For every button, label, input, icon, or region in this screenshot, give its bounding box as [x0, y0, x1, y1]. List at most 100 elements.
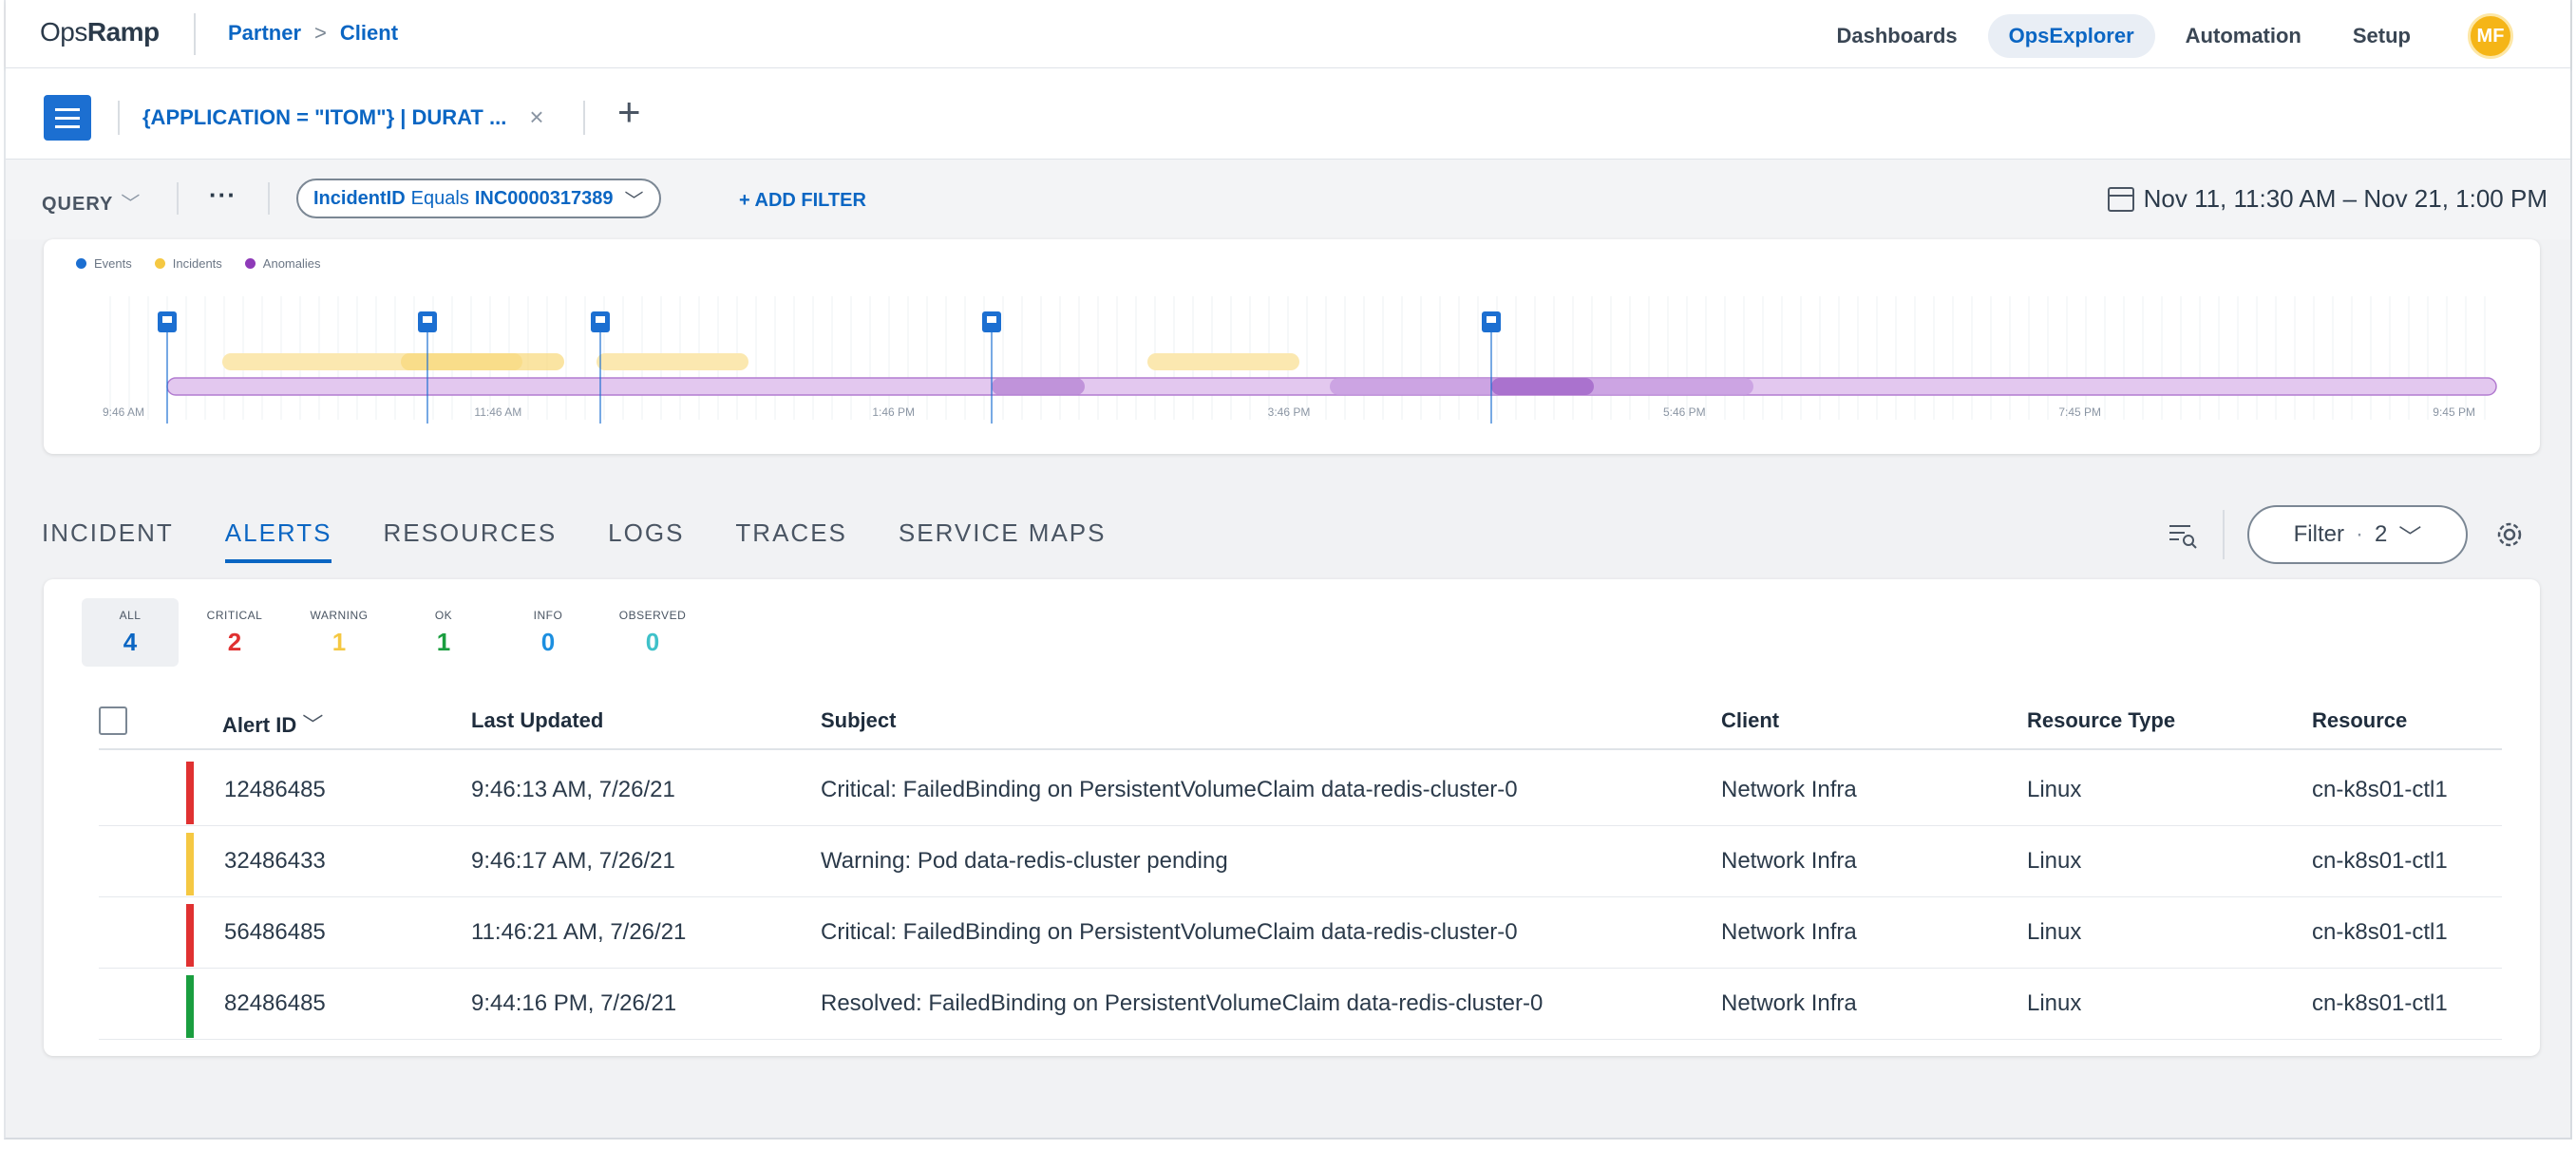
column-header-alert-id[interactable]: Alert ID ﹀: [222, 708, 323, 739]
tab-logs[interactable]: LOGS: [608, 518, 684, 563]
cell-client: Network Infra: [1721, 919, 1857, 945]
cell-resource-type: Linux: [2027, 777, 2082, 802]
count-filter-info[interactable]: INFO 0: [500, 598, 597, 667]
count-value: 0: [645, 627, 660, 656]
timeline-tick-labels: 9:46 AM 11:46 AM 1:46 PM 3:46 PM 5:46 PM 7:45…: [103, 405, 2475, 419]
cell-client: Network Infra: [1721, 848, 1857, 874]
hamburger-menu-button[interactable]: [44, 95, 91, 141]
count-filter-all[interactable]: ALL 4: [82, 598, 179, 667]
nav-opsexplorer[interactable]: OpsExplorer: [1987, 14, 2155, 58]
toolbar-icons: Filter · 2 ﹀: [2166, 505, 2529, 564]
filter-chip[interactable]: IncidentID Equals INC0000317389 ﹀: [296, 179, 661, 218]
legend-item[interactable]: Incidents: [154, 256, 222, 271]
filter-count: 2: [2374, 521, 2388, 547]
cell-resource-type: Linux: [2027, 848, 2082, 874]
timeline-legend: Events Incidents Anomalies: [76, 256, 321, 271]
timeline-chart[interactable]: 9:46 AM 11:46 AM 1:46 PM 3:46 PM 5:46 PM 7:45…: [44, 239, 2540, 454]
breadcrumb-partner[interactable]: Partner: [228, 21, 301, 46]
cell-alert-id: 32486433: [224, 848, 326, 874]
query-dropdown[interactable]: QUERY ﹀: [42, 188, 141, 216]
query-tab-bar: {APPLICATION = "ITOM"} | DURAT ... × +: [6, 68, 2570, 160]
count-value: 4: [123, 627, 138, 656]
severity-indicator: [186, 975, 194, 1038]
select-all-checkbox[interactable]: [99, 706, 127, 735]
nav-dashboards[interactable]: Dashboards: [1815, 14, 1978, 58]
divider: [268, 182, 270, 215]
opsramp-logo[interactable]: OpsRamp: [40, 17, 160, 47]
column-header-last-updated[interactable]: Last Updated: [471, 708, 603, 733]
breadcrumb-client[interactable]: Client: [340, 21, 398, 46]
app-frame: OpsRamp Partner > Client Dashboards OpsE…: [4, 0, 2572, 1140]
incident-bar: [597, 353, 748, 370]
bullet-separator: ·: [2355, 521, 2363, 547]
cell-subject: Critical: FailedBinding on PersistentVol…: [821, 919, 1518, 945]
cell-client: Network Infra: [1721, 990, 1857, 1016]
query-label: QUERY: [42, 194, 114, 215]
count-filter-critical[interactable]: CRITICAL 2: [186, 598, 283, 667]
cell-subject: Critical: FailedBinding on PersistentVol…: [821, 777, 1518, 802]
cell-last-updated: 9:44:16 PM, 7/26/21: [471, 990, 677, 1016]
legend-dot-icon: [76, 258, 86, 269]
table-row[interactable]: 12486485 9:46:13 AM, 7/26/21 Critical: Fai…: [99, 756, 2502, 826]
divider: [2223, 510, 2225, 559]
tab-service-maps[interactable]: SERVICE MAPS: [899, 518, 1107, 563]
user-avatar[interactable]: MF: [2468, 13, 2513, 59]
add-filter-button[interactable]: + ADD FILTER: [739, 190, 866, 212]
divider: [177, 182, 179, 215]
date-range-picker[interactable]: Nov 11, 11:30 AM – Nov 21, 1:00 PM: [2107, 184, 2548, 214]
table-row[interactable]: 32486433 9:46:17 AM, 7/26/21 Warning: Pod …: [99, 827, 2502, 897]
tab-traces[interactable]: TRACES: [735, 518, 846, 563]
query-tab[interactable]: {APPLICATION = "ITOM"} | DURAT ... ×: [142, 103, 544, 132]
legend-label: Anomalies: [262, 256, 321, 271]
timeline-svg: 9:46 AM 11:46 AM 1:46 PM 3:46 PM 5:46 PM 7:45…: [103, 296, 2497, 424]
tick-label: 5:46 PM: [1663, 405, 1706, 419]
filter-value: INC0000317389: [474, 187, 614, 209]
tab-resources[interactable]: RESOURCES: [383, 518, 557, 563]
date-range-text: Nov 11, 11:30 AM – Nov 21, 1:00 PM: [2143, 184, 2548, 213]
cell-client: Network Infra: [1721, 777, 1857, 802]
chevron-down-icon: ﹀: [624, 190, 644, 212]
incident-bar: [401, 353, 564, 370]
legend-item[interactable]: Events: [76, 256, 132, 271]
column-header-resource-type[interactable]: Resource Type: [2027, 708, 2175, 733]
nav-setup[interactable]: Setup: [2332, 14, 2432, 58]
tab-alerts[interactable]: ALERTS: [224, 518, 332, 563]
search-list-icon[interactable]: [2166, 518, 2200, 552]
count-filter-ok[interactable]: OK 1: [395, 598, 492, 667]
table-row[interactable]: 56486485 11:46:21 AM, 7/26/21 Critical: Fa…: [99, 898, 2502, 969]
cell-alert-id: 56486485: [224, 919, 326, 945]
tab-incident[interactable]: INCIDENT: [42, 518, 174, 563]
alerts-table-card: ALL 4 CRITICAL 2 WARNING 1 OK 1 INFO 0 OBSERVED 0 A…: [44, 579, 2540, 1056]
gear-icon[interactable]: [2491, 516, 2529, 554]
close-tab-icon[interactable]: ×: [529, 103, 543, 132]
severity-indicator: [186, 904, 194, 967]
section-tab-list: INCIDENT ALERTS RESOURCES LOGS TRACES SERVICE…: [42, 518, 1106, 563]
count-filter-warning[interactable]: WARNING 1: [291, 598, 388, 667]
column-header-client[interactable]: Client: [1721, 708, 1779, 733]
tick-label: 1:46 PM: [872, 405, 915, 419]
table-row[interactable]: 82486485 9:44:16 PM, 7/26/21 Resolved: Fai…: [99, 970, 2502, 1040]
count-filter-observed[interactable]: OBSERVED 0: [604, 598, 701, 667]
breadcrumb: Partner > Client: [228, 21, 398, 46]
add-tab-button[interactable]: +: [617, 89, 641, 135]
legend-dot-icon: [154, 258, 165, 269]
filter-operator: Equals: [410, 187, 469, 209]
filter-button[interactable]: Filter · 2 ﹀: [2247, 505, 2468, 564]
tick-label: 7:45 PM: [2058, 405, 2101, 419]
event-marker: [982, 311, 1001, 424]
column-header-resource[interactable]: Resource: [2312, 708, 2407, 733]
chevron-down-icon: ﹀: [121, 194, 142, 215]
cell-alert-id: 82486485: [224, 990, 326, 1016]
table-header: Alert ID ﹀ Last Updated Subject Client R…: [99, 697, 2502, 750]
query-tab-label: {APPLICATION = "ITOM"} | DURAT ...: [142, 104, 507, 129]
tick-label: 9:46 AM: [103, 405, 144, 419]
anomaly-bar: [992, 378, 1085, 395]
column-header-subject[interactable]: Subject: [821, 708, 896, 733]
legend-item[interactable]: Anomalies: [244, 256, 321, 271]
event-marker: [158, 311, 177, 424]
nav-automation[interactable]: Automation: [2165, 14, 2322, 58]
chevron-down-icon: ﹀: [2398, 524, 2422, 551]
cell-subject: Resolved: FailedBinding on PersistentVol…: [821, 990, 1544, 1016]
more-options-button[interactable]: ···: [209, 180, 237, 210]
legend-dot-icon: [244, 258, 256, 269]
